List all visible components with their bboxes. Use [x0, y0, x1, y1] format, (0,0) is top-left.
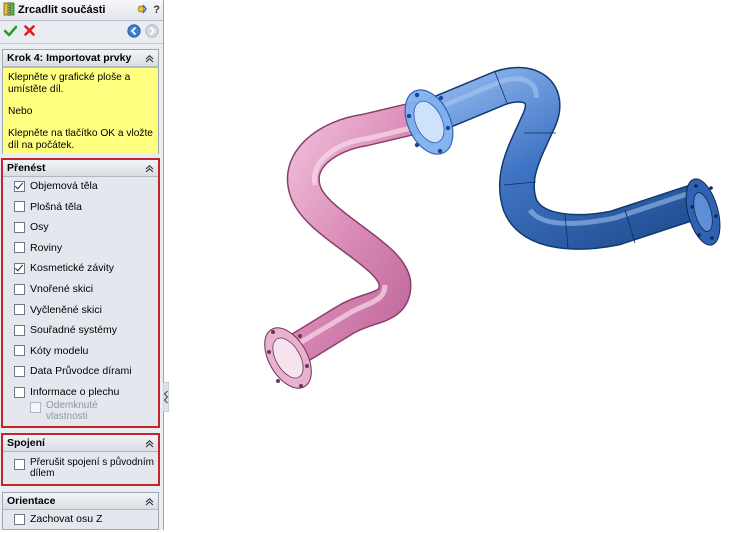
transfer-option-checkbox[interactable]	[14, 304, 25, 316]
break-link-checkbox[interactable]	[14, 459, 25, 470]
unlocked-properties-label-line-2: vlastnosti	[46, 411, 88, 422]
collapse-icon[interactable]	[144, 53, 154, 63]
transfer-option-checkbox[interactable]	[14, 201, 25, 213]
graphics-area[interactable]	[170, 0, 750, 530]
unlocked-properties-label-line-1: Odemknuté	[46, 400, 98, 411]
transfer-option-label: Kosmetické závity	[30, 262, 115, 275]
collapse-icon[interactable]	[144, 438, 154, 448]
transfer-option-checkbox[interactable]	[14, 345, 25, 357]
panel-title-bar: Zrcadlit součásti ?	[0, 0, 163, 21]
panel-splitter[interactable]	[162, 381, 170, 415]
step-header[interactable]: Krok 4: Importovat prvky	[3, 50, 158, 67]
transfer-option-checkbox[interactable]	[14, 262, 25, 274]
transfer-header[interactable]: Přenést	[3, 160, 158, 177]
original-pipe[interactable]	[396, 66, 727, 250]
transfer-option-checkbox[interactable]	[14, 221, 25, 233]
link-title: Spojení	[7, 437, 45, 449]
link-header[interactable]: Spojení	[3, 435, 158, 452]
property-manager-panel: Zrcadlit součásti ? Krok 4: Importovat p…	[0, 0, 164, 530]
unlocked-properties-option: Odemknuté vlastnosti	[30, 400, 98, 422]
ok-icon[interactable]	[3, 25, 18, 40]
collapse-icon[interactable]	[144, 496, 154, 506]
break-link-option[interactable]: Přerušit spojení s původním dílem	[14, 457, 154, 479]
back-icon[interactable]	[127, 23, 141, 41]
unlocked-properties-checkbox	[30, 402, 41, 413]
transfer-option[interactable]: Kosmetické závity	[14, 262, 114, 274]
transfer-option[interactable]: Kóty modelu	[14, 345, 88, 357]
splitter-arrows-icon[interactable]	[162, 381, 170, 415]
transfer-option[interactable]: Osy	[14, 221, 49, 233]
help-button[interactable]: ?	[153, 4, 160, 16]
transfer-option-checkbox[interactable]	[14, 324, 25, 336]
transfer-option-label: Data Průvodce dírami	[30, 365, 132, 378]
transfer-option[interactable]: Objemová těla	[14, 180, 98, 192]
next-icon[interactable]	[145, 23, 159, 41]
transfer-option-label: Kóty modelu	[30, 344, 89, 357]
keep-z-option[interactable]: Zachovat osu Z	[14, 513, 102, 525]
panel-title: Zrcadlit součásti	[18, 4, 106, 16]
transfer-option-label: Roviny	[30, 241, 63, 254]
collapse-icon[interactable]	[144, 163, 154, 173]
transfer-option-checkbox[interactable]	[14, 386, 25, 398]
transfer-option-checkbox[interactable]	[14, 365, 25, 377]
transfer-option-label: Informace o plechu	[30, 386, 120, 398]
transfer-option[interactable]: Vyčleněné skici	[14, 304, 102, 316]
step-message-line-2: Nebo	[8, 106, 33, 117]
mirror-part-icon	[3, 1, 15, 19]
transfer-option[interactable]: Roviny	[14, 242, 62, 254]
transfer-option-label: Souřadné systémy	[30, 324, 117, 337]
transfer-option[interactable]: Data Průvodce dírami	[14, 365, 132, 377]
help-icon[interactable]	[137, 3, 150, 18]
step-section: Krok 4: Importovat prvky Klepněte v graf…	[2, 49, 159, 154]
transfer-option-label: Vyčleněné skici	[30, 303, 102, 316]
step-message-line-3: Klepněte na tlačítko OK a vložte díl na …	[8, 128, 153, 151]
cancel-icon[interactable]	[24, 25, 35, 39]
step-message-line-1: Klepněte v grafické ploše a umístěte díl…	[8, 72, 131, 95]
step-message: Klepněte v grafické ploše a umístěte díl…	[3, 67, 158, 154]
confirm-row	[0, 21, 163, 44]
transfer-option-checkbox[interactable]	[14, 180, 25, 192]
transfer-option[interactable]: Vnořené skici	[14, 283, 93, 295]
pipe-model-view	[255, 66, 727, 396]
keep-z-label: Zachovat osu Z	[30, 513, 103, 525]
transfer-option-checkbox[interactable]	[14, 242, 25, 254]
transfer-option-label: Osy	[30, 221, 49, 234]
break-link-label-line-1: Přerušit spojení s původním	[30, 457, 154, 468]
orientation-title: Orientace	[7, 495, 56, 507]
transfer-option-label: Objemová těla	[30, 180, 98, 192]
transfer-option[interactable]: Plošná těla	[14, 201, 82, 213]
step-title: Krok 4: Importovat prvky	[7, 52, 132, 64]
mirrored-pipe[interactable]	[255, 100, 424, 396]
keep-z-checkbox[interactable]	[14, 513, 25, 525]
transfer-option-checkbox[interactable]	[14, 283, 25, 295]
transfer-option[interactable]: Informace o plechu	[14, 386, 119, 398]
orientation-header[interactable]: Orientace	[3, 493, 158, 510]
transfer-option[interactable]: Souřadné systémy	[14, 324, 117, 336]
transfer-option-label: Plošná těla	[30, 200, 82, 213]
transfer-title: Přenést	[7, 162, 46, 174]
break-link-label-line-2: dílem	[30, 468, 55, 479]
transfer-option-label: Vnořené skici	[30, 283, 94, 295]
